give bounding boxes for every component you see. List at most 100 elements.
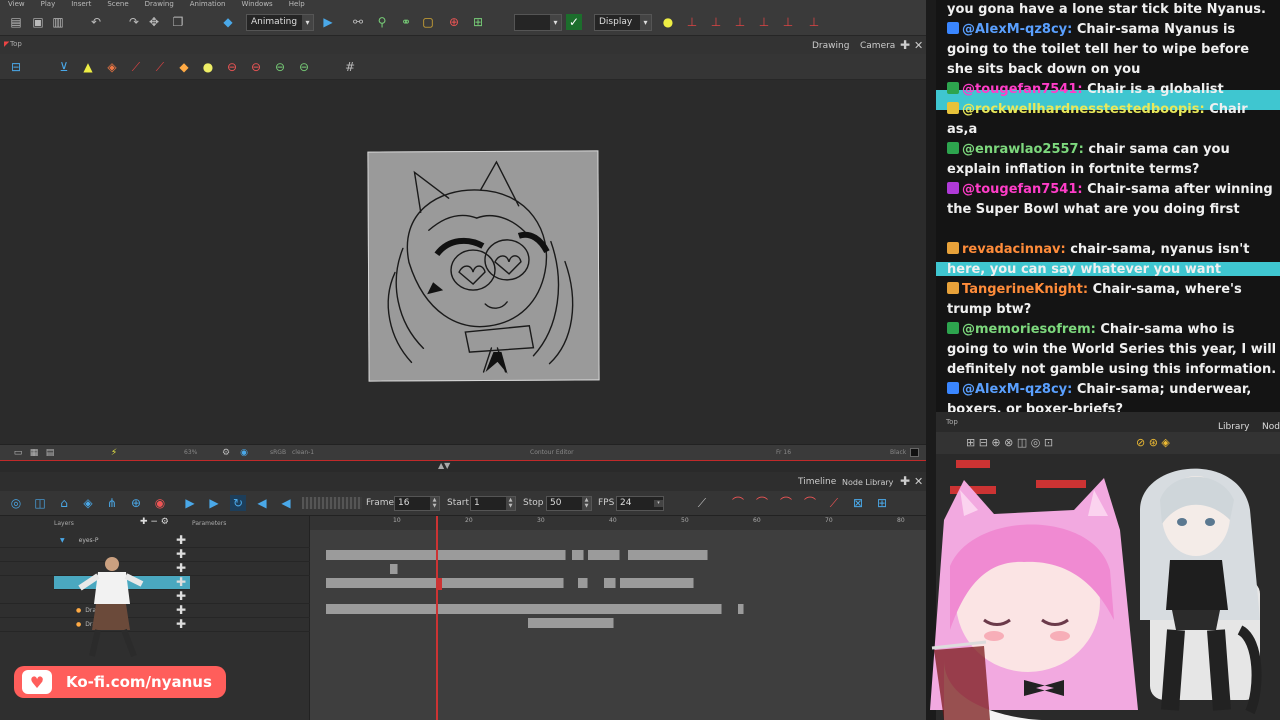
chat-username[interactable]: @tougefan7541: bbox=[962, 82, 1083, 97]
keyframe-icon[interactable]: ◎ bbox=[8, 495, 24, 511]
exposure-cell[interactable] bbox=[326, 604, 722, 614]
view-mode-icon[interactable]: ▤ bbox=[42, 445, 58, 461]
layer-row[interactable]: ✚ bbox=[0, 562, 310, 576]
kofi-link[interactable]: Ko-fi.com/nyanus bbox=[66, 673, 212, 691]
frame-icon[interactable]: ▢ bbox=[420, 14, 436, 30]
grid-icon[interactable]: ⊞ bbox=[470, 14, 486, 30]
exposure-cell[interactable] bbox=[588, 550, 620, 560]
layer-row[interactable]: ✚ bbox=[0, 548, 310, 562]
pin-icon[interactable]: ⊥ bbox=[732, 14, 748, 30]
exposure-cell[interactable] bbox=[390, 564, 398, 574]
layer-add-icon[interactable]: ✚ − ⚙ bbox=[140, 517, 169, 527]
chat-username[interactable]: @memoriesofrem: bbox=[962, 322, 1096, 337]
speed-slider[interactable] bbox=[302, 497, 362, 509]
tab-library[interactable]: Library bbox=[1218, 422, 1249, 432]
bulb-icon[interactable]: ● bbox=[200, 59, 216, 75]
tab-camera[interactable]: Camera bbox=[860, 41, 895, 51]
exposure-cell[interactable] bbox=[604, 578, 616, 588]
ease-icon[interactable]: ⌒ bbox=[730, 495, 746, 511]
ease-icon[interactable]: ⊠ bbox=[850, 495, 866, 511]
lightning-icon[interactable]: ⚡ bbox=[106, 445, 122, 461]
expand-icon[interactable]: ✚ bbox=[176, 548, 186, 561]
expand-icon[interactable]: ✚ bbox=[176, 576, 186, 589]
chevron-down-icon[interactable]: ▾ bbox=[654, 500, 663, 507]
pencil-icon[interactable]: ⟋ bbox=[152, 59, 168, 75]
chat-username[interactable]: revadacinnav: bbox=[962, 242, 1066, 257]
ease-icon[interactable]: ⌒ bbox=[754, 495, 770, 511]
menu-animation[interactable]: Animation bbox=[190, 0, 226, 8]
camera-view-icon[interactable]: ⊟ bbox=[8, 59, 24, 75]
lightbulb-icon[interactable]: ● bbox=[660, 14, 676, 30]
view-mode-icon[interactable]: ▭ bbox=[10, 445, 26, 461]
menu-play[interactable]: Play bbox=[41, 0, 56, 8]
chat-username[interactable]: TangerineKnight: bbox=[962, 282, 1088, 297]
peg-red-icon[interactable]: ⊖ bbox=[224, 59, 240, 75]
add-tab-icon[interactable]: ✚ bbox=[900, 38, 910, 52]
lock-icon[interactable]: ▲ bbox=[80, 59, 96, 75]
layer-row[interactable]: ✚ bbox=[0, 590, 310, 604]
frame-field[interactable]: 16 ▲ ▼ bbox=[394, 496, 440, 511]
node[interactable] bbox=[956, 460, 990, 468]
play-icon[interactable]: ▶ bbox=[182, 495, 198, 511]
copy-icon[interactable]: ❐ bbox=[170, 14, 186, 30]
pen-icon[interactable]: ✓ bbox=[566, 14, 582, 30]
display-dropdown[interactable]: Display ▾ bbox=[594, 14, 652, 31]
playhead[interactable] bbox=[436, 516, 438, 720]
add-tab-icon[interactable]: ✚ bbox=[900, 474, 910, 488]
exposure-row[interactable] bbox=[326, 604, 746, 614]
layer-icon[interactable]: ◆ bbox=[220, 14, 236, 30]
node-tool-icons[interactable]: ⊞ ⊟ ⊕ ⊗ ◫ ◎ ⊡ bbox=[966, 436, 1053, 449]
loop-icon[interactable]: ↻ bbox=[230, 495, 246, 511]
tab-drawing[interactable]: Drawing bbox=[812, 41, 849, 51]
pin-icon[interactable]: ⊥ bbox=[780, 14, 796, 30]
node-icon[interactable]: ⚲ bbox=[374, 14, 390, 30]
ease-icon[interactable]: ⟋ bbox=[826, 495, 842, 511]
chat-username[interactable]: @AlexM-qz8cy: bbox=[962, 382, 1072, 397]
layer-row[interactable]: ●Drawing_2✚ bbox=[0, 604, 310, 618]
menu-windows[interactable]: Windows bbox=[241, 0, 272, 8]
menu-scene[interactable]: Scene bbox=[107, 0, 128, 8]
save-all-icon[interactable]: ▥ bbox=[50, 14, 66, 30]
menu-help[interactable]: Help bbox=[289, 0, 305, 8]
chat-username[interactable]: @enrawlao2557: bbox=[962, 142, 1084, 157]
exposure-cell[interactable] bbox=[528, 618, 614, 628]
record-icon[interactable]: ◉ bbox=[152, 495, 168, 511]
play-sound-icon[interactable]: ▶ bbox=[206, 495, 222, 511]
pin-icon[interactable]: ⊥ bbox=[806, 14, 822, 30]
ease-icon[interactable]: ⊞ bbox=[874, 495, 890, 511]
sound-scrub-icon[interactable]: ◀ bbox=[278, 495, 294, 511]
peg-icon[interactable]: ⚯ bbox=[350, 14, 366, 30]
pin-icon[interactable]: ⊥ bbox=[708, 14, 724, 30]
link-icon[interactable]: ⚭ bbox=[398, 14, 414, 30]
menu-insert[interactable]: Insert bbox=[71, 0, 91, 8]
stop-field[interactable]: 50 ▲ ▼ bbox=[546, 496, 592, 511]
motion-icon[interactable]: ⌂ bbox=[56, 495, 72, 511]
hash-icon[interactable]: # bbox=[342, 59, 358, 75]
menu-view[interactable]: View bbox=[8, 0, 25, 8]
exposure-cell[interactable] bbox=[628, 550, 708, 560]
exposure-cell[interactable] bbox=[326, 550, 566, 560]
panel-splitter[interactable]: ▲▼ bbox=[0, 460, 926, 472]
redo-icon[interactable]: ↷ bbox=[126, 14, 142, 30]
motion-icon[interactable]: ⊕ bbox=[128, 495, 144, 511]
exposure-row[interactable] bbox=[326, 550, 708, 560]
fps-field[interactable]: 24 ▾ bbox=[616, 496, 664, 511]
exposure-row[interactable] bbox=[326, 618, 614, 628]
kofi-banner[interactable]: ♥ Ko-fi.com/nyanus bbox=[14, 666, 226, 698]
node-tool-icons[interactable]: ⊘ ⊛ ◈ bbox=[1136, 436, 1170, 449]
collapse-icon[interactable]: ▲▼ bbox=[438, 461, 450, 470]
expand-icon[interactable]: ✚ bbox=[176, 618, 186, 631]
motion-icon[interactable]: ⋔ bbox=[104, 495, 120, 511]
peg-red-icon[interactable]: ⊖ bbox=[248, 59, 264, 75]
exposure-cell[interactable] bbox=[326, 578, 564, 588]
ease-icon[interactable]: ⌒ bbox=[802, 495, 818, 511]
sound-icon[interactable]: ◀ bbox=[254, 495, 270, 511]
drawing-paper[interactable] bbox=[367, 150, 600, 382]
peg-green-icon[interactable]: ⊖ bbox=[272, 59, 288, 75]
brush-icon[interactable]: ⟋ bbox=[128, 59, 144, 75]
ease-icon[interactable]: ⌒ bbox=[778, 495, 794, 511]
close-icon[interactable]: ✕ bbox=[914, 39, 923, 52]
keyframe-icon[interactable]: ◫ bbox=[32, 495, 48, 511]
globe-icon[interactable]: ◉ bbox=[236, 445, 252, 461]
menu-drawing[interactable]: Drawing bbox=[145, 0, 174, 8]
